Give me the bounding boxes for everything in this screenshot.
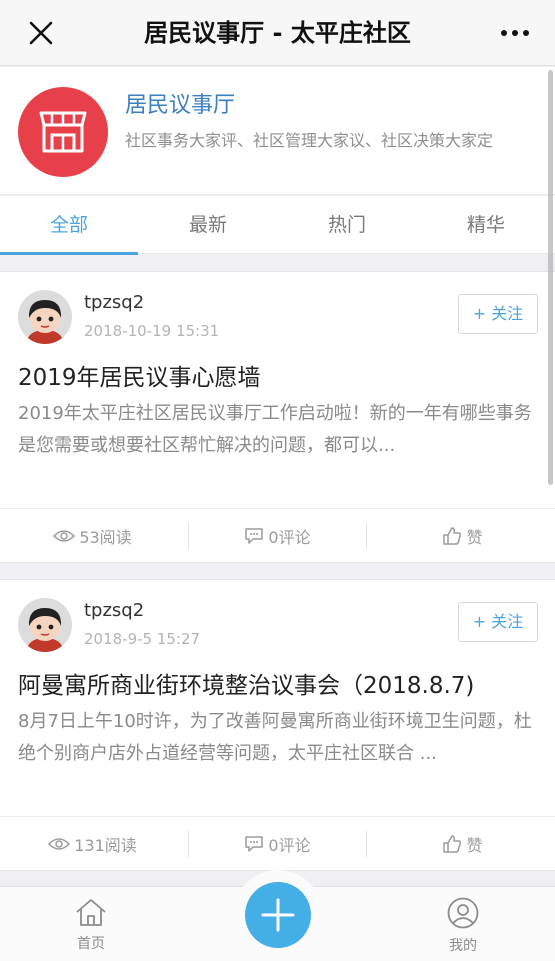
thumbs-up-icon [443,835,462,853]
nav-home-label: 首页 [77,936,105,952]
post-card[interactable]: tpzsq2 2018-10-19 15:31 + 关注 2019年居民议事心愿… [0,271,555,563]
avatar[interactable] [18,598,72,652]
comment-count-label: 0评论 [268,528,311,547]
read-count: 53阅读 [0,509,185,563]
post-title[interactable]: 阿曼寓所商业街环境整治议事会（2018.8.7) [18,666,538,700]
follow-button[interactable]: + 关注 [458,602,538,642]
tab-featured[interactable]: 精华 [417,196,555,254]
avatar[interactable] [18,290,72,344]
like-button[interactable]: 赞 [370,509,555,563]
user-icon [447,897,479,929]
new-post-fab [233,870,323,960]
post-date: 2018-9-5 15:27 [84,630,201,648]
scrollbar[interactable] [548,70,553,485]
new-post-button[interactable] [245,882,311,948]
eye-icon [53,530,76,542]
home-icon [76,899,106,926]
post-excerpt: 8月7日上午10时许，为了改善阿曼寓所商业街环境卫生问题，杜绝个别商户店外占道经… [18,711,532,764]
more-icon[interactable] [497,18,533,48]
comment-button[interactable]: 0评论 [185,509,370,563]
author-name[interactable]: tpzsq2 [84,292,144,313]
tab-all[interactable]: 全部 [0,196,138,255]
page-title: 居民议事厅 - 太平庄社区 [144,19,411,47]
read-count-label: 131阅读 [74,836,137,855]
like-label: 赞 [466,528,483,547]
tab-hot[interactable]: 热门 [278,196,416,254]
post-card[interactable]: tpzsq2 2018-9-5 15:27 + 关注 阿曼寓所商业街环境整治议事… [0,579,555,871]
plus-icon [261,898,295,932]
nav-home[interactable]: 首页 [46,897,136,953]
post-excerpt: 2019年太平庄社区居民议事厅工作启动啦！新的一年有哪些事务是您需要或想要社区帮… [18,403,532,456]
post-actions: 53阅读 0评论 赞 [0,508,555,562]
divider [366,831,367,857]
like-label: 赞 [466,836,483,855]
channel-header: 居民议事厅 社区事务大家评、社区管理大家议、社区决策大家定 [0,67,555,195]
storefront-icon [39,111,87,153]
channel-name: 居民议事厅 [125,93,236,118]
read-count: 131阅读 [0,817,185,871]
post-date: 2018-10-19 15:31 [84,322,220,340]
comment-icon [245,836,264,852]
channel-logo [18,87,108,177]
like-button[interactable]: 赞 [370,817,555,871]
eye-icon [48,838,71,850]
nav-mine-label: 我的 [449,938,477,954]
author-name[interactable]: tpzsq2 [84,600,144,621]
post-actions: 131阅读 0评论 赞 [0,816,555,870]
tab-latest[interactable]: 最新 [139,196,277,254]
tab-bar: 全部 最新 热门 精华 [0,196,555,255]
nav-mine[interactable]: 我的 [418,897,508,955]
divider [366,523,367,549]
post-title[interactable]: 2019年居民议事心愿墙 [18,358,538,392]
top-bar: 居民议事厅 - 太平庄社区 [0,0,555,66]
read-count-label: 53阅读 [79,528,132,547]
follow-button[interactable]: + 关注 [458,294,538,334]
comment-button[interactable]: 0评论 [185,817,370,871]
thumbs-up-icon [443,527,462,545]
channel-description: 社区事务大家评、社区管理大家议、社区决策大家定 [125,131,494,150]
comment-count-label: 0评论 [268,836,311,855]
comment-icon [245,528,264,544]
